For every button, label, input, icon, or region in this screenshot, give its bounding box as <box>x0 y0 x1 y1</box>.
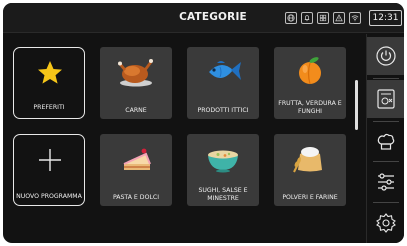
tile-label: POLVERI E FARINE <box>282 194 338 201</box>
top-bar: CATEGORIE 12:31 <box>3 3 404 33</box>
power-button[interactable] <box>367 37 404 75</box>
tile-label: SUGHI, SALSE E MINESTRE <box>198 187 248 202</box>
tile-label: CARNE <box>125 107 147 114</box>
bell-icon[interactable] <box>301 12 313 24</box>
recipe-book-icon <box>377 89 395 109</box>
sidebar-divider <box>373 78 399 79</box>
tile-carne[interactable]: CARNE <box>100 47 172 119</box>
sidebar <box>366 34 404 243</box>
sidebar-divider <box>373 121 399 122</box>
recipe-book-button[interactable] <box>367 80 404 118</box>
page-title: CATEGORIE <box>179 11 247 23</box>
sliders-button[interactable] <box>367 163 404 201</box>
plus-icon <box>39 149 61 171</box>
star-icon <box>38 61 62 84</box>
settings-button[interactable] <box>367 204 404 242</box>
sidebar-divider <box>373 161 399 162</box>
tile-frutta-verdura-funghi[interactable]: FRUTTA, VERDURA E FUNGHI <box>274 47 346 119</box>
wifi-icon[interactable] <box>349 12 361 24</box>
settings-icon <box>376 213 396 233</box>
power-icon <box>376 46 396 66</box>
tile-prodotti-ittici[interactable]: PRODOTTI ITTICI <box>187 47 259 119</box>
grid-scrollbar[interactable] <box>355 80 358 130</box>
tile-label: PASTA E DOLCI <box>112 194 160 201</box>
oven-control-screen: CATEGORIE 12:31 PREFERITI CARNE PRODOTTI… <box>3 3 404 243</box>
tile-label: FRUTTA, VERDURA E FUNGHI <box>278 100 342 115</box>
category-grid: PREFERITI CARNE PRODOTTI ITTICI FRUTTA, … <box>3 34 358 243</box>
tile-nuovo-programma[interactable]: NUOVO PROGRAMMA <box>13 134 85 206</box>
peach-icon <box>299 57 321 85</box>
tile-label: PREFERITI <box>33 104 65 111</box>
tile-polveri-e-farine[interactable]: POLVERI E FARINE <box>274 134 346 206</box>
sliders-icon <box>378 173 394 191</box>
grid-icon[interactable] <box>317 12 329 24</box>
globe-icon[interactable] <box>285 12 297 24</box>
chef-button[interactable] <box>367 123 404 161</box>
sidebar-divider <box>373 202 399 203</box>
tile-pasta-e-dolci[interactable]: PASTA E DOLCI <box>100 134 172 206</box>
tile-sughi-salse-minestre[interactable]: SUGHI, SALSE E MINESTRE <box>187 134 259 206</box>
roast-chicken-icon <box>118 59 153 87</box>
tile-label: PRODOTTI ITTICI <box>197 107 249 114</box>
cake-slice-icon <box>123 148 151 170</box>
chef-hat-icon <box>377 133 395 150</box>
soup-bowl-icon <box>208 150 238 173</box>
warning-icon[interactable] <box>333 12 345 24</box>
clock: 12:31 <box>369 10 402 26</box>
fish-icon <box>209 61 241 80</box>
flour-sack-icon <box>293 147 322 173</box>
tile-label: NUOVO PROGRAMMA <box>16 193 82 200</box>
tile-preferiti[interactable]: PREFERITI <box>13 47 85 119</box>
